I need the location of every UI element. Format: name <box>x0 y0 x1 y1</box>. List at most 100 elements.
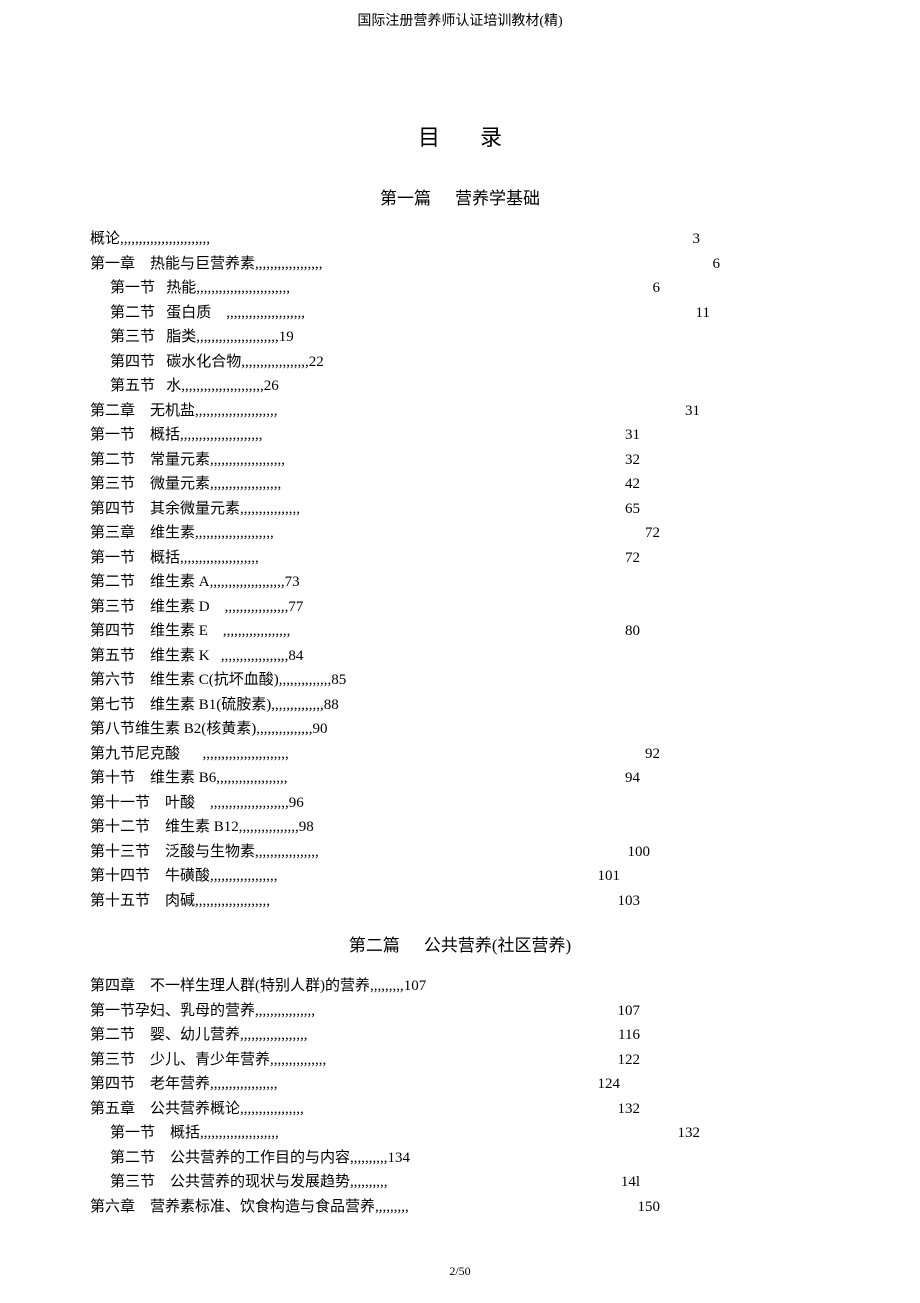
part-title-left: 第一篇 <box>380 189 431 208</box>
toc-dots: ,,,,,,,,,,,,,,,,,,22 <box>241 350 324 375</box>
toc-line: 第十一节 叶酸 ,,,,,,,,,,,,,,,,,,,,,96 <box>90 791 830 816</box>
toc-label: 第十一节 叶酸 <box>90 791 210 816</box>
toc-line: 第二节 婴、幼儿营养,,,,,,,,,,,,,,,,,,116 <box>90 1023 830 1048</box>
toc-page-number: 31 <box>685 399 700 424</box>
toc-label: 第一节 概括 <box>110 1121 200 1146</box>
toc-line: 第七节 维生素 B1(硫胺素),,,,,,,,,,,,,,88 <box>90 693 830 718</box>
part-title: 第二篇 公共营养(社区营养) <box>90 931 830 956</box>
toc-label: 第四节 碳水化合物 <box>110 350 241 375</box>
toc-line: 第四章 不一样生理人群(特别人群)的营养,,,,,,,,,107 <box>90 974 830 999</box>
toc-label: 第二节 公共营养的工作目的与内容 <box>110 1146 350 1171</box>
toc-label: 第一章 热能与巨营养素 <box>90 252 255 277</box>
toc-dots: ,,,,,,,,,,,,,,,,,,84 <box>221 644 304 669</box>
toc-dots: ,,,,,,,,,,,,,,,,,,,,, <box>180 546 259 571</box>
part-title-left: 第二篇 <box>349 936 400 955</box>
toc-line: 第五节 维生素 K ,,,,,,,,,,,,,,,,,,84 <box>90 644 830 669</box>
toc-page-number: 72 <box>645 521 660 546</box>
toc-label: 第二节 常量元素 <box>90 448 210 473</box>
toc-label: 第五节 维生素 K <box>90 644 221 669</box>
toc-label: 第七节 维生素 B1(硫胺素) <box>90 693 271 718</box>
toc-line: 第二节 公共营养的工作目的与内容,,,,,,,,,,134 <box>90 1146 830 1171</box>
toc-dots: ,,,,,,,,,,,,,,,,, <box>255 840 319 865</box>
toc-dots: ,,,,,,,,,,,,,,,,,, <box>255 252 323 277</box>
toc-dots: ,,,,,,,,,,,,,,,,,, <box>223 619 291 644</box>
toc-dots: ,,,,,,,,,,,,,,88 <box>271 693 339 718</box>
toc-dots: ,,,,,,,,,,,,,,,,,,,, <box>210 448 285 473</box>
toc-label: 第五节 水 <box>110 374 181 399</box>
toc-label: 第一节 概括 <box>90 423 180 448</box>
toc-label: 第一节 热能 <box>110 276 196 301</box>
toc-label: 概论 <box>90 227 120 252</box>
toc-line: 第二节 维生素 A,,,,,,,,,,,,,,,,,,,,73 <box>90 570 830 595</box>
toc-label: 第八节维生素 B2(核黄素) <box>90 717 256 742</box>
part-title: 第一篇 营养学基础 <box>90 184 830 209</box>
toc-line: 第八节维生素 B2(核黄素),,,,,,,,,,,,,,,90 <box>90 717 830 742</box>
toc-page-number: 80 <box>625 619 640 644</box>
toc-line: 第五节 水,,,,,,,,,,,,,,,,,,,,,,26 <box>90 374 830 399</box>
toc-page-number: 6 <box>653 276 661 301</box>
toc-label: 第十五节 肉碱 <box>90 889 195 914</box>
toc-dots: ,,,,,,,,,,,,,,,,,,,,,96 <box>210 791 304 816</box>
toc-dots: ,,,,,,,,,,,,,,,,,,,,,,, <box>203 742 289 767</box>
toc-label: 第五章 公共营养概论 <box>90 1097 240 1122</box>
toc-page-number: 94 <box>625 766 640 791</box>
toc-line: 第六节 维生素 C(抗坏血酸),,,,,,,,,,,,,,85 <box>90 668 830 693</box>
toc-page-number: 92 <box>645 742 660 767</box>
toc-dots: ,,,,,,,,,,,,,,,,,,,,,,,, <box>120 227 210 252</box>
toc-label: 第三章 维生素 <box>90 521 195 546</box>
part-title-right: 公共营养(社区营养) <box>424 936 571 955</box>
toc-line: 第一节 热能,,,,,,,,,,,,,,,,,,,,,,,,, 6 <box>90 276 830 301</box>
toc-page-number: 11 <box>696 301 710 326</box>
toc-line: 第三节 维生素 D ,,,,,,,,,,,,,,,,,77 <box>90 595 830 620</box>
toc-dots: ,,,,,,,,,,,,,,,90 <box>256 717 327 742</box>
toc-line: 第三节 脂类,,,,,,,,,,,,,,,,,,,,,,19 <box>90 325 830 350</box>
toc-label: 第四章 不一样生理人群(特别人群)的营养 <box>90 974 370 999</box>
toc-page-number: 31 <box>625 423 640 448</box>
toc-label: 第十三节 泛酸与生物素 <box>90 840 255 865</box>
toc-line: 第四节 其余微量元素,,,,,,,,,,,,,,,,65 <box>90 497 830 522</box>
toc-page-number: 107 <box>618 999 641 1024</box>
toc-dots: ,,,,,,,,,,,,,,,,,, <box>210 864 278 889</box>
toc-label: 第三节 公共营养的现状与发展趋势 <box>110 1170 350 1195</box>
toc-label: 第三节 微量元素 <box>90 472 210 497</box>
toc-label: 第三节 少儿、青少年营养 <box>90 1048 270 1073</box>
toc-page-number: 103 <box>618 889 641 914</box>
toc-page-number: 42 <box>625 472 640 497</box>
toc-dots: ,,,,,,,,,,,,,,,,,77 <box>225 595 304 620</box>
toc-line: 第十五节 肉碱,,,,,,,,,,,,,,,,,,,,103 <box>90 889 830 914</box>
toc-line: 第九节尼克酸 ,,,,,,,,,,,,,,,,,,,,,,, 92 <box>90 742 830 767</box>
toc-line: 概论,,,,,,,,,,,,,,,,,,,,,,,,3 <box>90 227 830 252</box>
toc-page-number: 14l <box>621 1170 640 1195</box>
toc-line: 第五章 公共营养概论,,,,,,,,,,,,,,,,,132 <box>90 1097 830 1122</box>
toc-line: 第一节 概括,,,,,,,,,,,,,,,,,,,,,,31 <box>90 423 830 448</box>
toc-page-number: 6 <box>713 252 721 277</box>
toc-label: 第九节尼克酸 <box>90 742 203 767</box>
toc-dots: ,,,,,,,,,,,,,,,,,,,,73 <box>210 570 300 595</box>
toc-label: 第十节 维生素 B6 <box>90 766 216 791</box>
toc-dots: ,,,,,,,,,,,,,,,,,, <box>240 1023 308 1048</box>
toc-dots: ,,,,,,,,,,,,,,,,,, <box>210 1072 278 1097</box>
toc-title: 目录 <box>90 120 830 152</box>
toc-line: 第十二节 维生素 B12,,,,,,,,,,,,,,,,98 <box>90 815 830 840</box>
toc-label: 第十四节 牛磺酸 <box>90 864 210 889</box>
toc-dots: ,,,,,,,,,,,,,,85 <box>279 668 347 693</box>
document-header: 国际注册营养师认证培训教材(精) <box>90 10 830 30</box>
toc-line: 第十节 维生素 B6,,,,,,,,,,,,,,,,,,,94 <box>90 766 830 791</box>
toc-line: 第六章 营养素标准、饮食构造与食品营养,,,,,,,,,150 <box>90 1195 830 1220</box>
toc-line: 第三节 公共营养的现状与发展趋势,,,,,,,,,,14l <box>90 1170 830 1195</box>
toc-label: 第六章 营养素标准、饮食构造与食品营养 <box>90 1195 375 1220</box>
toc-dots: ,,,,,,,,,,,,,,,,,,, <box>210 472 281 497</box>
toc-page-number: 32 <box>625 448 640 473</box>
toc-line: 第四节 老年营养,,,,,,,,,,,,,,,,,,124 <box>90 1072 830 1097</box>
toc-line: 第一章 热能与巨营养素,,,,,,,,,,,,,,,,,, 6 <box>90 252 830 277</box>
toc-label: 第十二节 维生素 B12 <box>90 815 239 840</box>
part-title-right: 营养学基础 <box>455 189 540 208</box>
toc-dots: ,,,,,,,,,,,,,,,,,,,,, <box>200 1121 279 1146</box>
toc-line: 第一节 概括,,,,,,,,,,,,,,,,,,,,,72 <box>90 546 830 571</box>
toc-dots: ,,,,,,,,,107 <box>370 974 426 999</box>
page-footer: 2/50 <box>0 1264 920 1279</box>
toc-page-number: 101 <box>598 864 621 889</box>
toc-dots: ,,,,,,,,,,,,,,,,,,,,,,,,, <box>196 276 290 301</box>
toc-line: 第三节 微量元素,,,,,,,,,,,,,,,,,,, 42 <box>90 472 830 497</box>
toc-dots: ,,,,,,,,,,134 <box>350 1146 410 1171</box>
